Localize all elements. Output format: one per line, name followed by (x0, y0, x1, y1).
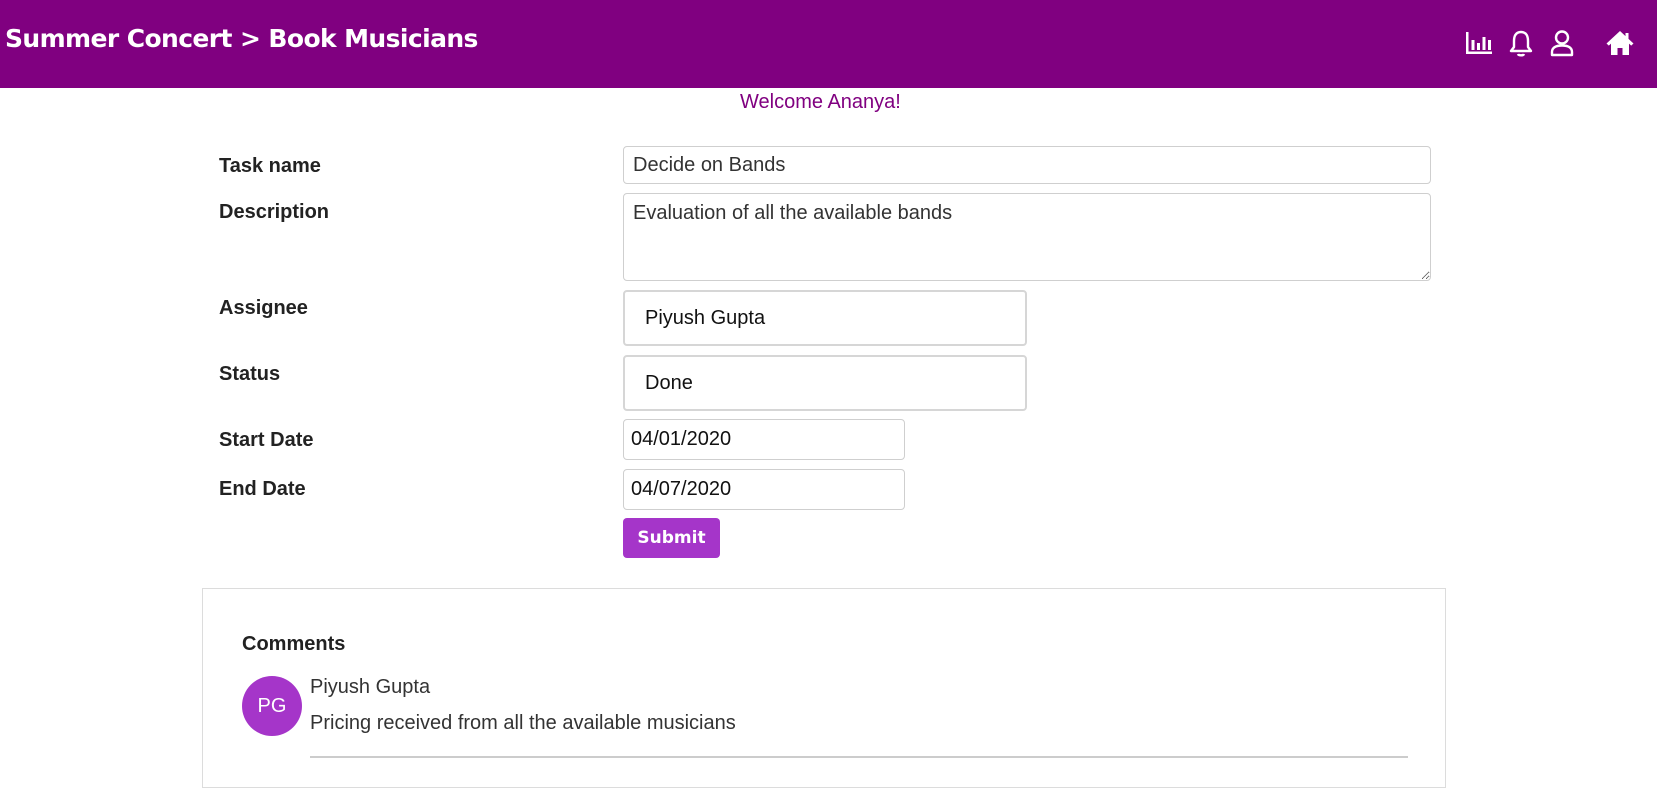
comment-divider (310, 756, 1408, 758)
welcome-message: Welcome Ananya! (740, 91, 901, 113)
comment-author: Piyush Gupta (310, 676, 431, 698)
submit-button[interactable]: Submit (623, 518, 720, 558)
chart-icon[interactable] (1464, 28, 1494, 58)
description-label: Description (219, 201, 330, 223)
task-name-input[interactable] (623, 146, 1431, 184)
home-icon[interactable] (1605, 28, 1635, 58)
end-date-input[interactable] (623, 469, 905, 510)
start-date-label: Start Date (219, 429, 314, 451)
description-textarea[interactable]: Evaluation of all the available bands (623, 193, 1431, 281)
user-icon[interactable] (1547, 28, 1577, 58)
bell-icon[interactable] (1506, 28, 1536, 58)
breadcrumb: Summer Concert > Book Musicians (5, 24, 478, 53)
status-select[interactable]: Done (623, 355, 1027, 411)
start-date-input[interactable] (623, 419, 905, 460)
comment-text: Pricing received from all the available … (310, 712, 736, 734)
assignee-label: Assignee (219, 297, 308, 319)
top-bar: Summer Concert > Book Musicians (0, 0, 1657, 88)
task-name-label: Task name (219, 155, 321, 177)
assignee-select[interactable]: Piyush Gupta (623, 290, 1027, 346)
status-label: Status (219, 363, 281, 385)
avatar: PG (242, 676, 302, 736)
comments-title: Comments (242, 633, 346, 655)
end-date-label: End Date (219, 478, 306, 500)
